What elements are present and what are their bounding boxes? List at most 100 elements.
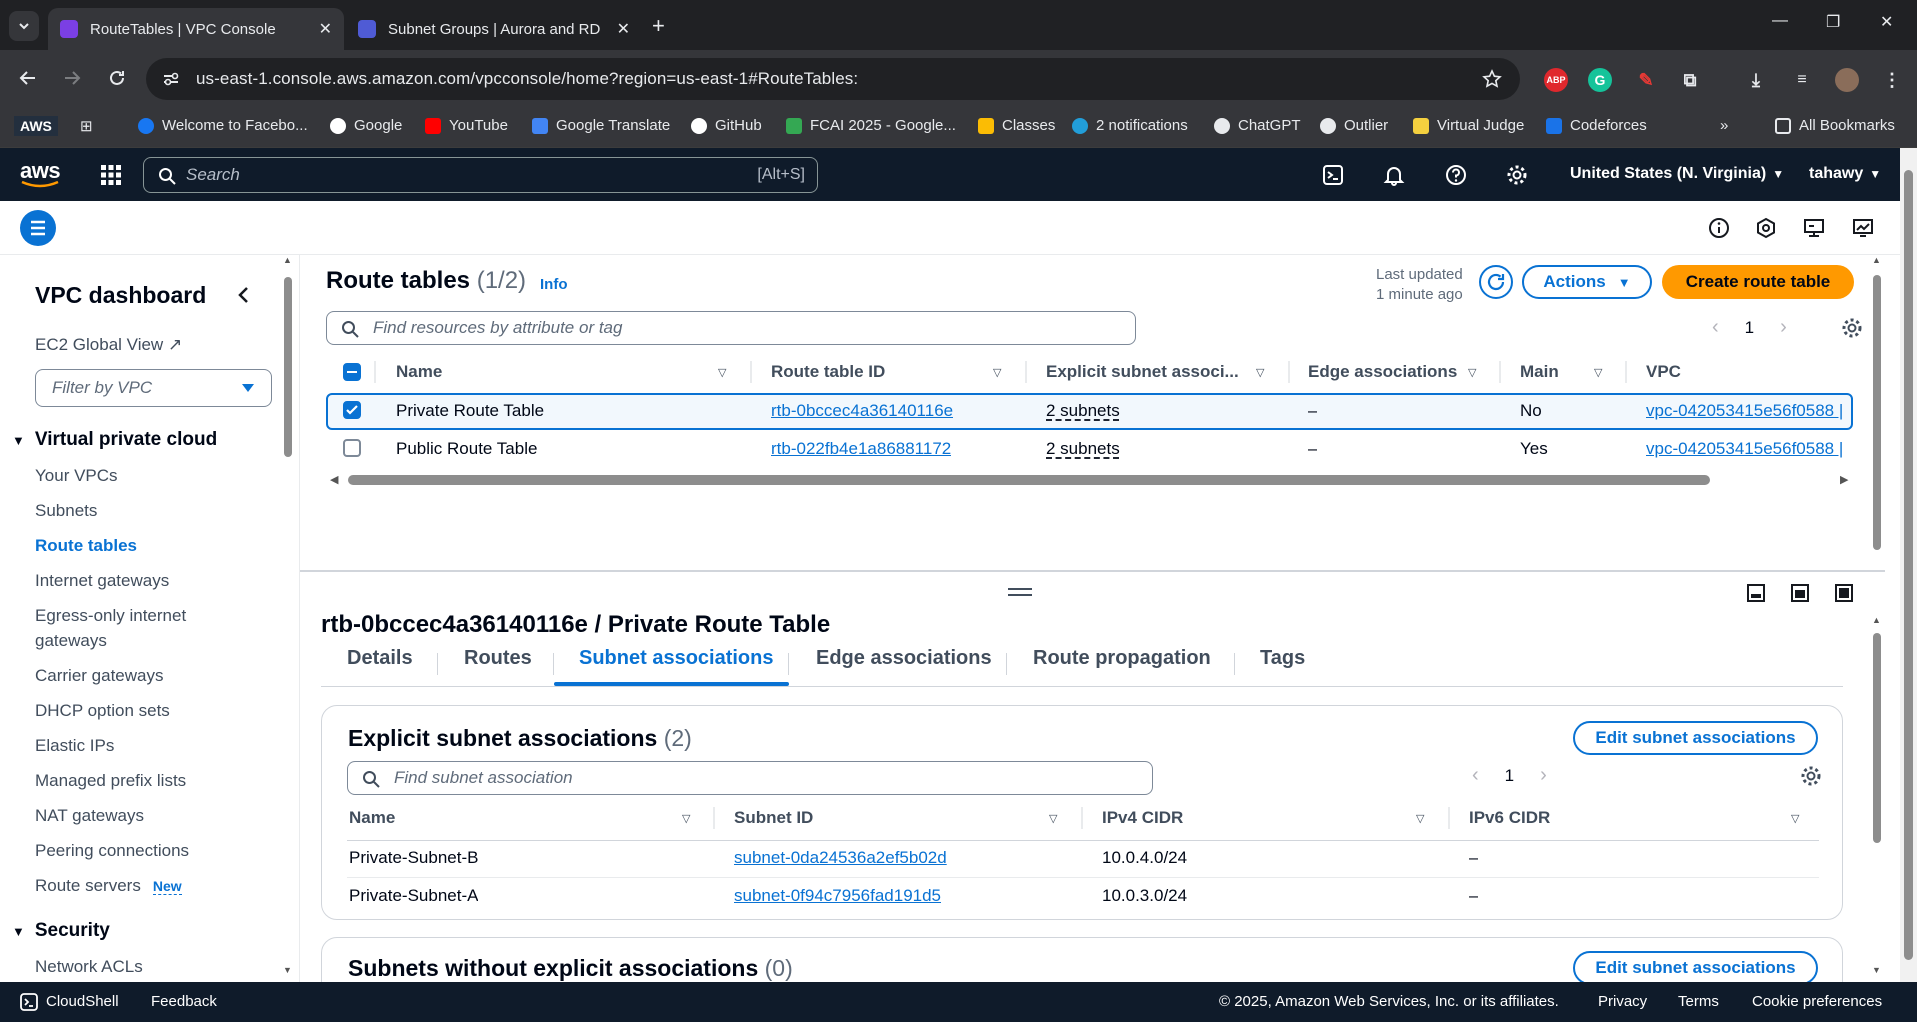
sidebar-item-managed-prefix-lists[interactable]: Managed prefix lists [35,771,186,791]
bookmark-youtube[interactable]: YouTube [425,117,508,134]
grammarly-icon[interactable]: G [1588,68,1612,92]
aws-bookmark[interactable]: AWS [14,116,58,136]
sidebar-item-subnets[interactable]: Subnets [35,501,97,521]
minimize-icon[interactable]: — [1772,12,1788,30]
info-link[interactable]: Info [540,276,568,293]
extensions-icon[interactable]: ⧉ [1678,68,1702,92]
tab-tags[interactable]: Tags [1260,647,1305,670]
next-page-icon[interactable]: › [1540,764,1547,787]
cloudshell-link[interactable]: CloudShell [46,993,119,1010]
row-checkbox[interactable] [343,401,361,419]
tab-search-button[interactable] [9,11,39,41]
tab-edge-associations[interactable]: Edge associations [816,647,992,670]
menu-hamburger-icon[interactable] [20,210,56,246]
help-icon[interactable] [1445,164,1467,186]
settings-gear-icon[interactable] [1506,164,1528,186]
all-bookmarks[interactable]: All Bookmarks [1775,117,1895,134]
sidebar-item-peering-connections[interactable]: Peering connections [35,841,189,861]
sidebar-item-elastic-ips[interactable]: Elastic IPs [35,736,114,756]
browser-menu-icon[interactable]: ⋮ [1880,68,1904,92]
sort-caret-icon[interactable]: ▽ [993,366,1001,379]
notifications-bell-icon[interactable] [1383,164,1405,186]
back-icon[interactable] [18,68,38,88]
region-selector[interactable]: United States (N. Virginia) ▼ [1570,165,1784,183]
bookmark-notifications[interactable]: 2 notifications [1072,117,1188,134]
top-pane-scroll-thumb[interactable] [1873,275,1881,550]
edit-subnet-associations-button-2[interactable]: Edit subnet associations [1573,951,1818,982]
select-all-checkbox[interactable] [343,363,361,381]
row-checkbox[interactable] [343,439,361,457]
subnet-id-link[interactable]: subnet-0f94c7956fad191d5 [734,886,941,906]
sidebar-section-security[interactable]: ▼ Security [12,920,110,942]
sort-caret-icon[interactable]: ▽ [1468,366,1476,379]
close-tab-icon[interactable]: ✕ [617,19,630,39]
prev-page-icon[interactable]: ‹ [1712,316,1719,339]
restore-icon[interactable]: ❐ [1826,12,1840,32]
bottom-pane-scroll-thumb[interactable] [1873,633,1881,843]
tab-route-propagation[interactable]: Route propagation [1033,647,1211,670]
table-settings-gear-icon[interactable] [1800,765,1822,787]
pen-extension-icon[interactable]: ✎ [1634,68,1658,92]
sort-caret-icon[interactable]: ▽ [1594,366,1602,379]
subnet-id-link[interactable]: subnet-0da24536a2ef5b02d [734,848,947,868]
col-header-ipv4-cidr[interactable]: IPv4 CIDR [1102,808,1183,828]
column-separator[interactable] [713,807,715,829]
download-icon[interactable]: ⤓ [1744,68,1768,92]
bookmark-chatgpt[interactable]: ChatGPT [1214,117,1301,134]
vpc-id-link[interactable]: vpc-042053415e56f0588 | [1646,439,1856,459]
site-info-icon[interactable] [162,70,180,88]
panel-side-icon[interactable] [1790,583,1810,603]
drag-handle-icon[interactable] [1008,588,1032,596]
sidebar-item-route-servers[interactable]: Route servers New [35,876,182,896]
page-number[interactable]: 1 [1505,766,1514,786]
filter-by-vpc-select[interactable]: Filter by VPC [35,369,272,407]
scroll-up-icon[interactable]: ▲ [283,255,292,265]
page-number[interactable]: 1 [1745,318,1754,338]
column-separator[interactable] [1625,361,1627,383]
sort-caret-icon[interactable]: ▽ [682,812,690,825]
route-table-id-link[interactable]: rtb-022fb4e1a86881172 [771,439,951,459]
route-tables-search-input[interactable]: Find resources by attribute or tag [326,311,1136,345]
column-separator[interactable] [1081,807,1083,829]
sort-caret-icon[interactable]: ▽ [1791,812,1799,825]
more-bookmarks-icon[interactable]: » [1720,117,1728,134]
sidebar-scroll-thumb[interactable] [284,277,292,457]
bookmark-facebook[interactable]: Welcome to Facebo... [138,117,308,134]
sidebar-item-dhcp-option-sets[interactable]: DHCP option sets [35,701,170,721]
col-header-ipv6-cidr[interactable]: IPv6 CIDR [1469,808,1550,828]
info-panel-icon[interactable] [1708,217,1730,239]
sidebar-item-network-acls[interactable]: Network ACLs [35,957,143,977]
account-menu[interactable]: tahawy ▼ [1809,165,1881,183]
bottom-pane-scrollbar[interactable]: ▲ ▼ [1872,615,1882,982]
bookmark-codeforces[interactable]: Codeforces [1546,117,1647,134]
vpc-id-link[interactable]: vpc-042053415e56f0588 | [1646,401,1856,421]
next-page-icon[interactable]: › [1780,316,1787,339]
column-separator[interactable] [750,361,752,383]
scroll-down-icon[interactable]: ▼ [283,965,292,975]
col-header-subnet-id[interactable]: Subnet ID [734,808,813,828]
sidebar-item-carrier-gateways[interactable]: Carrier gateways [35,666,164,686]
cloudshell-icon[interactable] [1322,164,1344,186]
table-settings-gear-icon[interactable] [1841,317,1863,339]
security-hexagon-icon[interactable] [1755,217,1777,239]
scroll-up-icon[interactable]: ▲ [1872,255,1881,265]
reload-icon[interactable] [107,68,127,88]
forward-icon[interactable] [62,68,82,88]
close-tab-icon[interactable]: ✕ [319,19,332,39]
cookie-preferences-link[interactable]: Cookie preferences [1752,993,1882,1010]
sidebar-item-route-tables[interactable]: Route tables [35,536,137,556]
split-panel-divider[interactable] [300,570,1885,572]
scroll-up-icon[interactable]: ▲ [1872,615,1881,625]
sort-caret-icon[interactable]: ▽ [1416,812,1424,825]
apps-grid-icon[interactable]: ⊞ [80,117,93,135]
profile-avatar[interactable] [1835,68,1859,92]
sidebar-item-nat-gateways[interactable]: NAT gateways [35,806,144,826]
scroll-left-icon[interactable]: ◀ [330,473,338,486]
sidebar-scrollbar[interactable]: ▲ ▼ [283,255,293,982]
sidebar-section-vpc[interactable]: ▼ Virtual private cloud [12,429,217,451]
page-scrollbar[interactable] [1900,148,1917,982]
aws-logo[interactable]: aws [20,158,61,188]
bookmark-google-translate[interactable]: Google Translate [532,117,670,134]
adblock-icon[interactable]: ABP [1544,68,1568,92]
sidebar-item-egress-only-igw[interactable]: Egress-only internet [35,606,186,626]
